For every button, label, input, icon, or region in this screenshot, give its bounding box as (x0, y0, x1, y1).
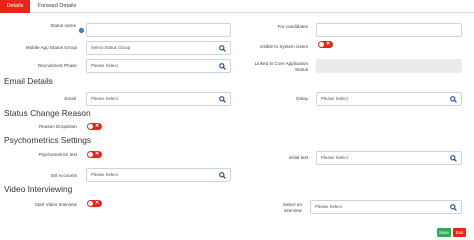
mobile-app-status-group-select[interactable]: Select Status Group (86, 41, 231, 55)
linked-to-core-application-status-field (316, 59, 462, 73)
reason-dropdown-toggle[interactable]: ✕ (87, 123, 102, 130)
initial-test-placeholder: Please Select (321, 155, 348, 160)
delay-select[interactable]: Please Select (316, 92, 462, 106)
toggle-knob (88, 201, 93, 206)
mobile-app-status-group-label: Mobile App Status Group (25, 45, 77, 50)
select-an-interview-select[interactable]: Please Select (310, 200, 462, 214)
select-an-interview-label: Select an interview (260, 202, 302, 213)
delay-label: Delay (296, 96, 308, 101)
email-details-heading: Email Details (4, 76, 53, 86)
start-video-interview-toggle[interactable]: ✕ (87, 200, 102, 207)
tab-bar: Details Forward Details (0, 0, 474, 13)
email-label: Email (64, 96, 77, 101)
exit-button[interactable]: Exit (453, 228, 466, 237)
shl-accounts-select[interactable]: Please Select (86, 168, 231, 182)
toggle-knob (88, 124, 93, 129)
recruitment-phase-select[interactable]: Please Select (86, 59, 231, 73)
search-icon[interactable] (219, 63, 226, 70)
recruitment-phase-label: Recruitment Phase (37, 63, 77, 68)
delay-placeholder: Please Select (321, 96, 348, 101)
toggle-off-icon: ✕ (95, 123, 100, 129)
psychometrics-test-toggle[interactable]: ✕ (87, 151, 102, 158)
for-candidates-label: For candidates (277, 24, 308, 29)
search-icon[interactable] (450, 155, 457, 162)
psychometrics-test-label: Psychometrics test (38, 152, 77, 157)
select-interview-label-line2: interview (283, 207, 302, 213)
toggle-off-icon: ✕ (326, 41, 331, 47)
search-icon[interactable] (219, 45, 226, 52)
reason-dropdown-label: Reason Dropdown (38, 124, 77, 129)
initial-test-label: Initial test (288, 155, 308, 160)
mobile-app-status-group-placeholder: Select Status Group (91, 45, 131, 50)
search-icon[interactable] (450, 204, 457, 211)
visible-to-system-users-toggle[interactable]: ✕ (318, 41, 333, 48)
psychometrics-settings-heading: Psychometrics Settings (4, 135, 92, 145)
initial-test-select[interactable]: Please Select (316, 151, 462, 165)
toggle-off-icon: ✕ (95, 200, 100, 206)
select-interview-placeholder: Please Select (315, 204, 342, 209)
status-change-reason-heading: Status Change Reason (4, 108, 91, 118)
linked-label-line2: Status (294, 66, 308, 72)
visible-to-system-users-label: Visible to System Users (259, 44, 308, 49)
shl-accounts-label: Shl Accounts (50, 173, 77, 178)
search-icon[interactable] (219, 96, 226, 103)
recruitment-phase-placeholder: Please Select (91, 63, 118, 68)
search-icon[interactable] (450, 96, 457, 103)
help-icon[interactable]: ? (79, 28, 84, 33)
toggle-knob (319, 42, 324, 47)
status-name-label: Status name (50, 23, 76, 28)
tab-details[interactable]: Details (0, 0, 30, 13)
linked-to-core-application-status-label: Linked to Core Application Status (230, 61, 308, 72)
email-placeholder: Please Select (91, 96, 118, 101)
tab-forward-details[interactable]: Forward Details (34, 0, 80, 13)
for-candidates-input[interactable] (316, 23, 462, 37)
video-interviewing-heading: Video Interviewing (4, 184, 73, 194)
status-name-input[interactable] (86, 23, 231, 37)
search-icon[interactable] (219, 172, 226, 179)
save-button[interactable]: Save (437, 228, 451, 237)
toggle-knob (88, 152, 93, 157)
toggle-off-icon: ✕ (95, 151, 100, 157)
email-select[interactable]: Please Select (86, 92, 231, 106)
shl-accounts-placeholder: Please Select (91, 172, 118, 177)
start-video-interview-label: Start Video Interview (34, 202, 77, 207)
